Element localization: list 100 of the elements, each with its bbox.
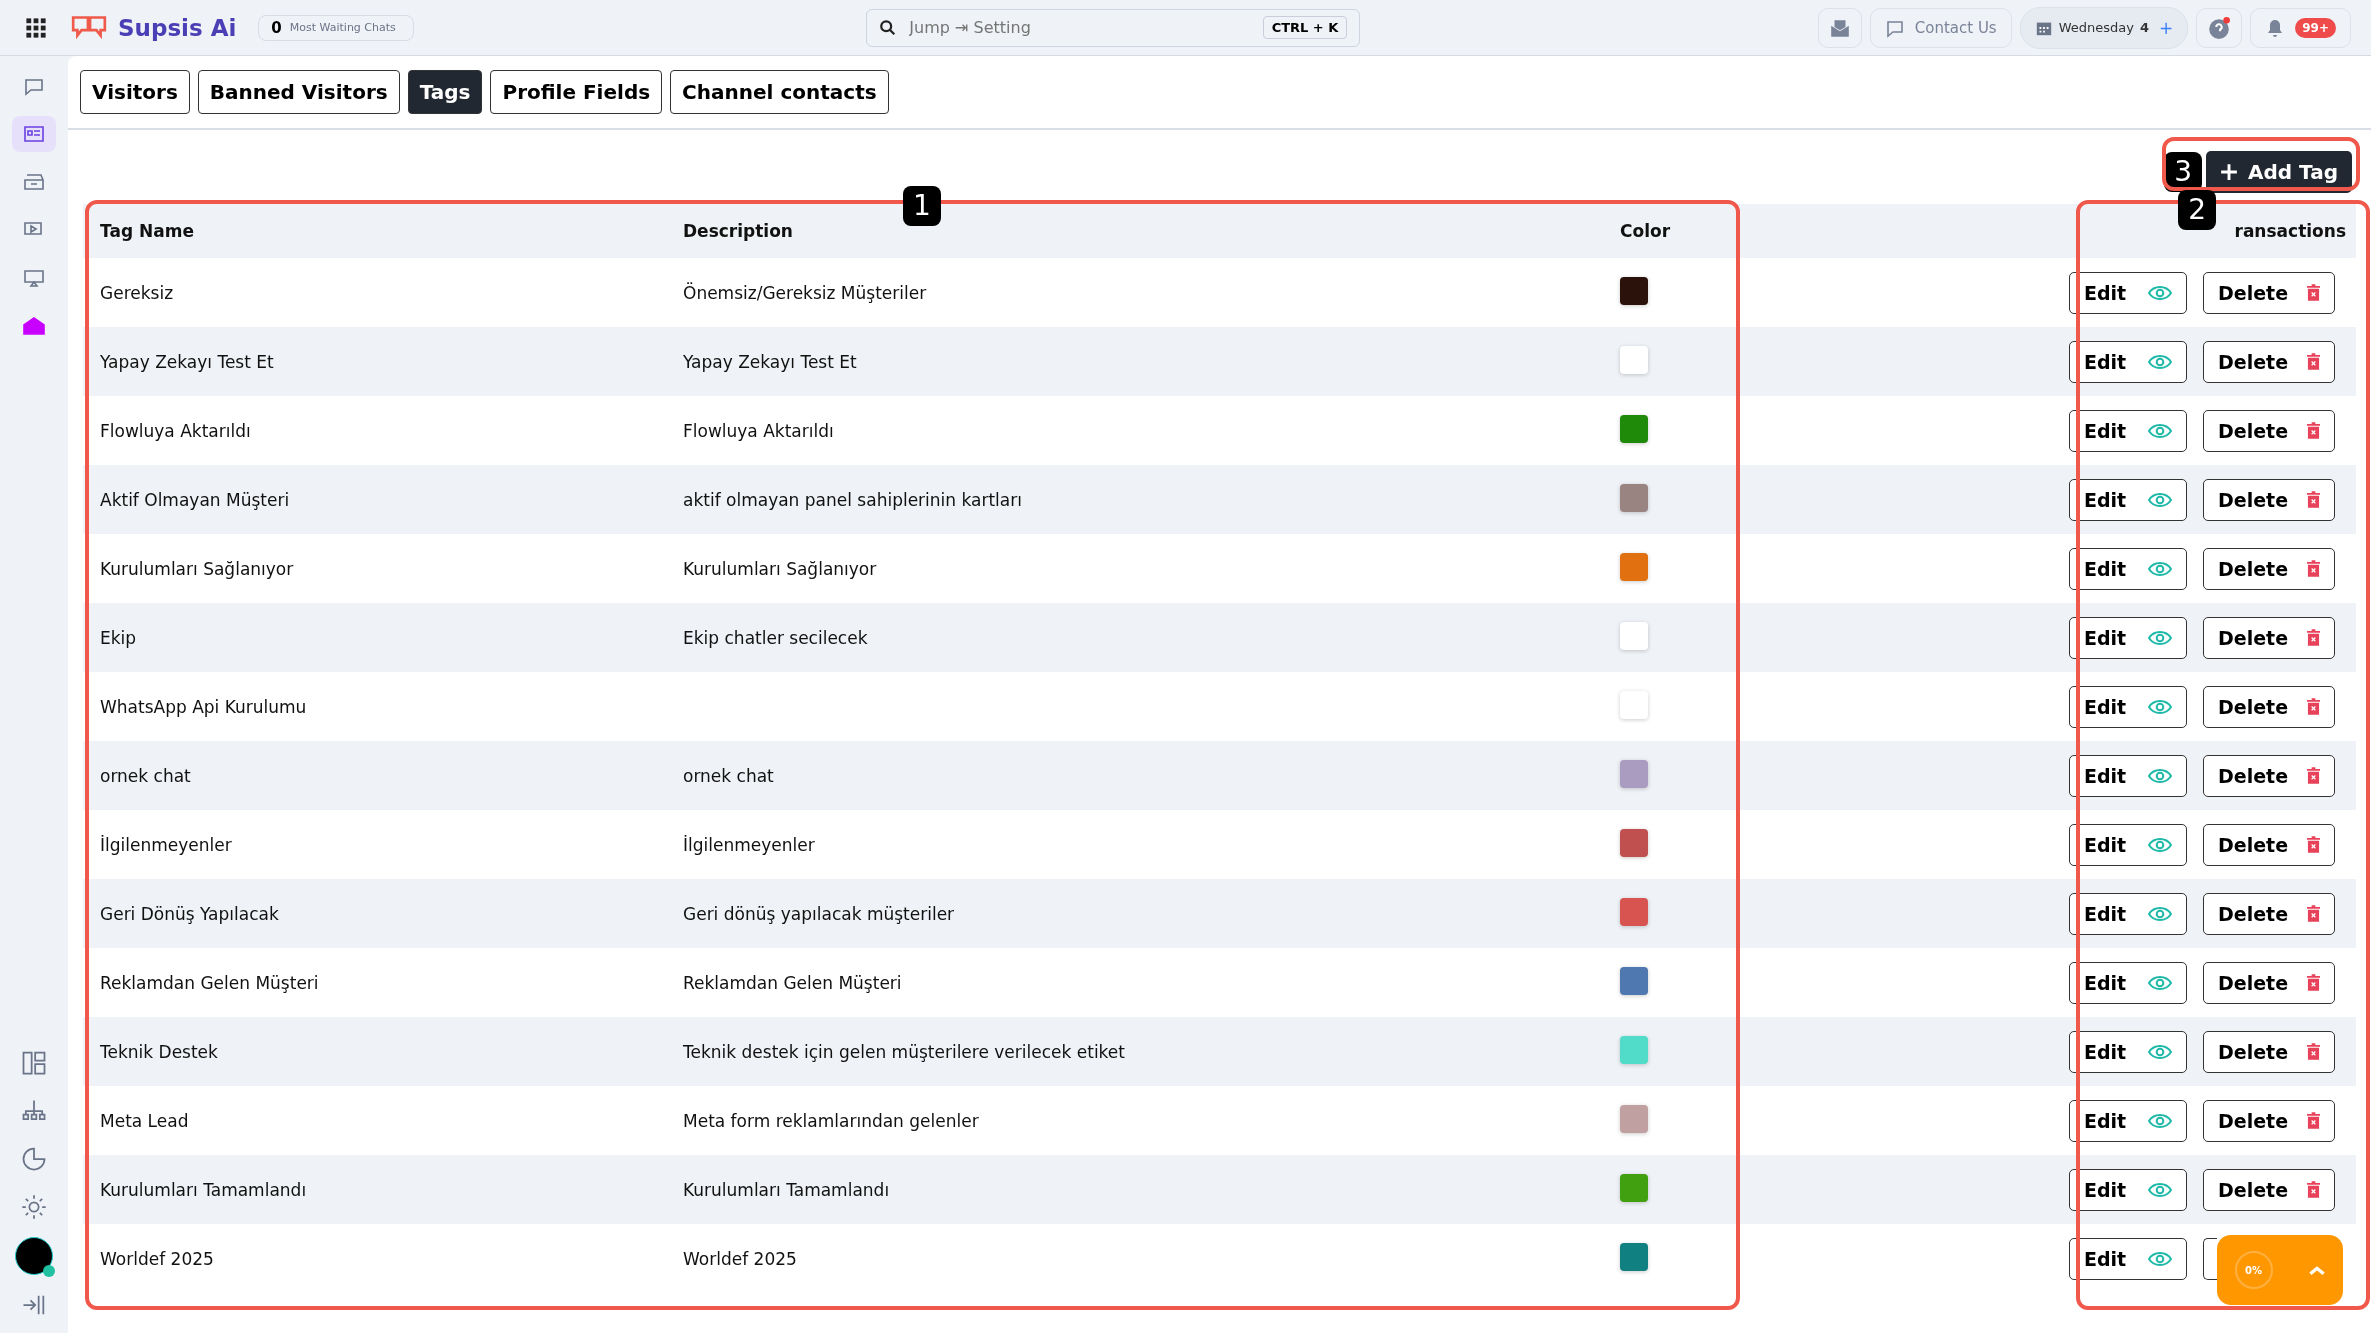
help-icon: [2207, 15, 2232, 40]
add-tag-button[interactable]: Add Tag: [2206, 151, 2352, 193]
table-cell-text: Yapay Zekayı Test Et: [100, 351, 275, 372]
trash-icon: [2307, 422, 2320, 439]
eye-icon: [2148, 1181, 2172, 1198]
annotation-number: 2: [2178, 190, 2216, 230]
help-button[interactable]: [2196, 7, 2243, 48]
pie-icon: [20, 1145, 48, 1173]
tab[interactable]: Profile Fields: [490, 70, 663, 114]
column-header: Color: [1620, 221, 1672, 241]
delete-button[interactable]: Delete: [2203, 685, 2335, 728]
table-cell-text: Worldef 2025: [683, 1248, 798, 1269]
column-header: Description: [683, 221, 794, 241]
plus-icon: [2220, 163, 2239, 181]
table-cell-text: Kurulumları Sağlanıyor: [683, 558, 878, 579]
day-label: Wednesday: [2058, 20, 2134, 35]
edit-button[interactable]: Edit: [2069, 478, 2187, 521]
edit-button[interactable]: Edit: [2069, 754, 2187, 797]
notification-count: 99+: [2295, 17, 2336, 38]
eye-icon: [2148, 836, 2172, 853]
layout-icon: [20, 1049, 48, 1077]
table-cell-text: Reklamdan Gelen Müşteri: [100, 972, 320, 993]
waiting-label: Most Waiting Chats: [289, 19, 396, 36]
user-avatar[interactable]: [15, 1237, 53, 1275]
eye-icon: [2148, 1043, 2172, 1060]
sidebar-item[interactable]: [12, 116, 56, 152]
delete-button[interactable]: Delete: [2203, 478, 2335, 521]
trash-icon: [2307, 1181, 2320, 1198]
day-number: 4: [2139, 20, 2149, 35]
delete-button[interactable]: Delete: [2203, 961, 2335, 1004]
eye-icon: [2148, 284, 2172, 301]
table-cell-text: Ekip chatler secilecek: [683, 627, 869, 648]
edit-button[interactable]: Edit: [2069, 547, 2187, 590]
delete-button[interactable]: Delete: [2203, 823, 2335, 866]
table-cell-text: ornek chat: [683, 765, 775, 786]
delete-button[interactable]: Delete: [2203, 1168, 2335, 1211]
trash-icon: [2307, 284, 2320, 301]
eye-icon: [2148, 560, 2172, 577]
apps-grid-icon[interactable]: [24, 15, 48, 40]
tab[interactable]: Tags: [407, 70, 483, 114]
delete-button[interactable]: Delete: [2203, 754, 2335, 797]
eye-icon: [2148, 422, 2172, 439]
delete-button[interactable]: Delete: [2203, 547, 2335, 590]
delete-button[interactable]: Delete: [2203, 892, 2335, 935]
trash-icon: [2307, 1043, 2320, 1060]
edit-button[interactable]: Edit: [2069, 1168, 2187, 1211]
edit-button[interactable]: Edit: [2069, 409, 2187, 452]
eye-icon: [2148, 491, 2172, 508]
table-cell-text: Geri dönüş yapılacak müşteriler: [683, 903, 956, 924]
edit-button[interactable]: Edit: [2069, 1237, 2187, 1280]
mail-button[interactable]: [1817, 7, 1862, 48]
table-cell-text: Flowluya Aktarıldı: [100, 420, 252, 441]
edit-button[interactable]: Edit: [2069, 616, 2187, 659]
delete-button[interactable]: [2203, 1237, 2217, 1280]
notifications-button[interactable]: 99+: [2250, 7, 2351, 48]
trash-icon: [2307, 491, 2320, 508]
eye-icon: [2148, 905, 2172, 922]
tab[interactable]: Banned Visitors: [197, 70, 400, 114]
edit-button[interactable]: Edit: [2069, 271, 2187, 314]
table-cell-text: Reklamdan Gelen Müşteri: [683, 972, 903, 993]
table-cell-text: ornek chat: [100, 765, 192, 786]
delete-button[interactable]: Delete: [2203, 616, 2335, 659]
search-icon: [879, 18, 898, 37]
edit-button[interactable]: Edit: [2069, 340, 2187, 383]
eye-icon: [2148, 767, 2172, 784]
delete-button[interactable]: Delete: [2203, 340, 2335, 383]
trash-icon: [2307, 1112, 2320, 1129]
edit-button[interactable]: Edit: [2069, 685, 2187, 728]
edit-button[interactable]: Edit: [2069, 1099, 2187, 1142]
table-cell-text: Kurulumları Tamamlandı: [100, 1179, 308, 1200]
trash-icon: [2307, 698, 2320, 715]
delete-button[interactable]: Delete: [2203, 1030, 2335, 1073]
eye-icon: [2148, 629, 2172, 646]
table-cell-text: Flowluya Aktarıldı: [683, 420, 835, 441]
table-cell-text: aktif olmayan panel sahiplerinin kartları: [683, 489, 1023, 510]
table-cell-text: İlgilenmeyenler: [683, 834, 816, 855]
delete-button[interactable]: Delete: [2203, 271, 2335, 314]
table-cell-text: Önemsiz/Gereksiz Müşteriler: [683, 282, 928, 303]
table-cell-text: Kurulumları Tamamlandı: [683, 1179, 891, 1200]
house-icon: [22, 314, 46, 338]
search-field[interactable]: Jump ⇥ Setting CTRL + K: [866, 8, 1361, 47]
table-cell-text: Worldef 2025: [100, 1248, 215, 1269]
trash-icon: [2307, 560, 2320, 577]
tab[interactable]: Channel contacts: [670, 70, 889, 114]
tab[interactable]: Visitors: [80, 70, 190, 114]
edit-button[interactable]: Edit: [2069, 823, 2187, 866]
search-input[interactable]: Jump ⇥ Setting: [907, 17, 1253, 38]
annotation-number: 1: [903, 186, 941, 226]
logo-icon: [70, 13, 108, 42]
edit-button[interactable]: Edit: [2069, 892, 2187, 935]
table-cell-text: WhatsApp Api Kurulumu: [100, 696, 308, 717]
delete-button[interactable]: Delete: [2203, 409, 2335, 452]
brand-name: Supsis Ai: [118, 14, 237, 41]
table-cell-text: İlgilenmeyenler: [100, 834, 233, 855]
trash-icon: [2307, 974, 2320, 991]
edit-button[interactable]: Edit: [2069, 961, 2187, 1004]
eye-icon: [2148, 353, 2172, 370]
table-cell-text: Aktif Olmayan Müşteri: [100, 489, 291, 510]
delete-button[interactable]: Delete: [2203, 1099, 2335, 1142]
edit-button[interactable]: Edit: [2069, 1030, 2187, 1073]
